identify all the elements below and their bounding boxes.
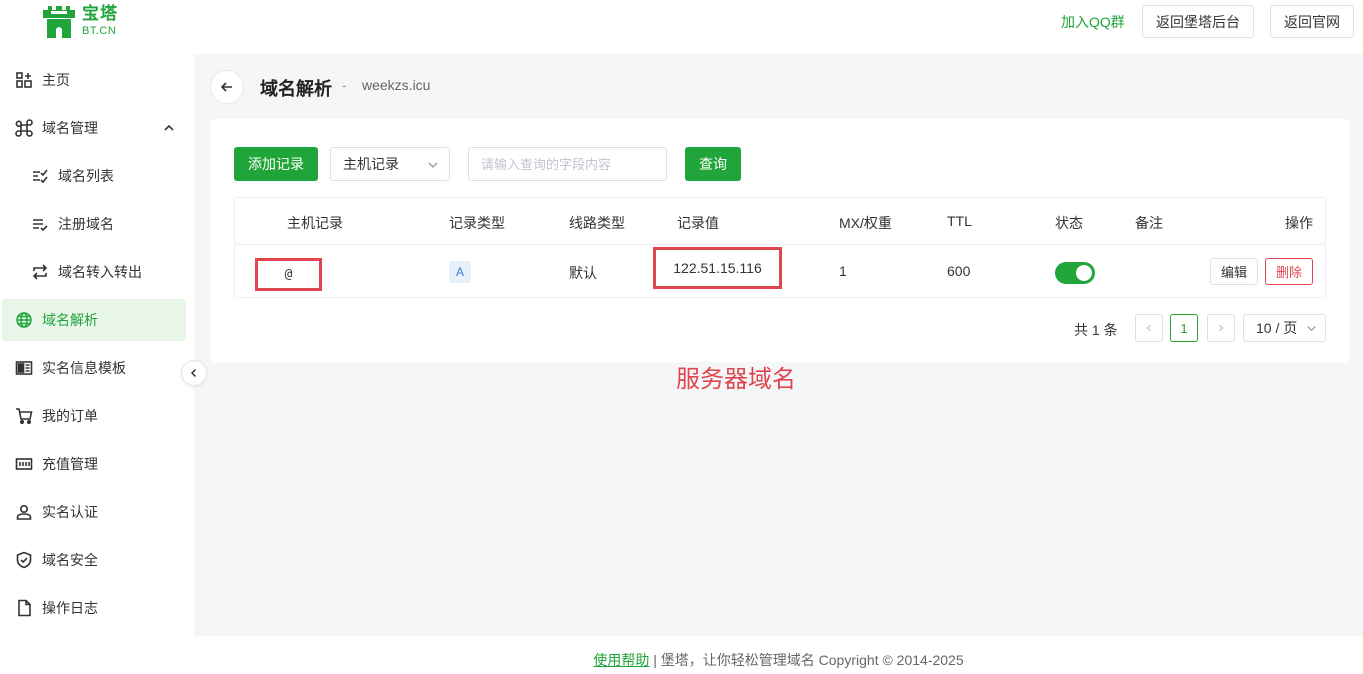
sidebar-item-label: 我的订单 (42, 408, 98, 424)
column-header-status: 状态 (1055, 215, 1083, 231)
sidebar-item-realname-template[interactable]: 实名信息模板 (2, 347, 186, 389)
page-number-button[interactable]: 1 (1170, 314, 1198, 342)
sidebar-item-my-orders[interactable]: 我的订单 (2, 395, 186, 437)
column-header-mx: MX/权重 (839, 215, 892, 231)
sidebar-item-domain-management[interactable]: 域名管理 (2, 107, 186, 149)
host-record-cell: @ (255, 258, 322, 291)
current-domain: weekzs.icu (362, 77, 431, 93)
sidebar-item-domain-transfer[interactable]: 域名转入转出 (2, 251, 186, 293)
records-table: 主机记录 记录类型 线路类型 记录值 MX/权重 TTL 状态 备注 操作 @ … (234, 197, 1326, 298)
command-icon (15, 119, 33, 137)
sidebar-item-label: 充值管理 (42, 456, 98, 472)
search-input[interactable] (468, 147, 667, 181)
add-record-button[interactable]: 添加记录 (234, 147, 318, 181)
castle-logo-icon (43, 6, 75, 38)
filter-field-select[interactable]: 主机记录 (330, 147, 450, 181)
user-icon (15, 503, 33, 521)
main-content: 域名解析 - weekzs.icu 添加记录 主机记录 查询 主机记录 记录类型… (194, 54, 1363, 636)
brand-name-cn: 宝塔 (82, 4, 118, 23)
column-header-value: 记录值 (677, 215, 719, 231)
table-header: 主机记录 记录类型 线路类型 记录值 MX/权重 TTL 状态 备注 操作 (235, 198, 1325, 245)
annotation-label: 服务器域名 (676, 366, 796, 393)
list-add-icon (31, 215, 49, 233)
wallet-icon (15, 455, 33, 473)
shield-icon (15, 551, 33, 569)
chevron-right-icon (1219, 324, 1224, 332)
column-header-host: 主机记录 (287, 215, 343, 231)
back-to-panel-button[interactable]: 返回堡塔后台 (1142, 5, 1254, 38)
toggle-knob (1076, 265, 1092, 281)
sidebar-item-recharge[interactable]: 充值管理 (2, 443, 186, 485)
sidebar-item-label: 域名安全 (42, 552, 98, 568)
sidebar-item-domain-list[interactable]: 域名列表 (2, 155, 186, 197)
sidebar-item-label: 主页 (42, 72, 70, 88)
sidebar-item-label: 域名解析 (42, 312, 98, 328)
query-button[interactable]: 查询 (685, 147, 741, 181)
chevron-left-icon (1146, 324, 1151, 332)
dns-records-card: 添加记录 主机记录 查询 主机记录 记录类型 线路类型 记录值 MX/权重 TT… (210, 119, 1350, 362)
transfer-icon (31, 263, 49, 281)
column-header-line: 线路类型 (569, 215, 625, 231)
sidebar-item-label: 域名列表 (58, 168, 114, 184)
sidebar-item-label: 操作日志 (42, 600, 98, 616)
page-size-value: 10 / 页 (1256, 320, 1298, 336)
ttl-cell: 600 (947, 263, 971, 279)
column-header-note: 备注 (1135, 215, 1163, 231)
record-type-badge: A (449, 261, 471, 283)
back-to-site-button[interactable]: 返回官网 (1270, 5, 1354, 38)
chevron-down-icon (1307, 326, 1316, 332)
top-bar: 宝塔 BT.CN 加入QQ群 返回堡塔后台 返回官网 (0, 0, 1363, 54)
chevron-down-icon (428, 162, 438, 168)
collapse-sidebar-button[interactable] (181, 360, 207, 386)
sidebar-item-operation-log[interactable]: 操作日志 (2, 587, 186, 629)
sidebar-item-home[interactable]: 主页 (2, 59, 186, 101)
title-separator: - (342, 77, 347, 93)
chevron-left-icon (190, 368, 197, 378)
column-header-type: 记录类型 (449, 215, 505, 231)
line-type-cell: 默认 (569, 265, 597, 281)
sidebar-item-register-domain[interactable]: 注册域名 (2, 203, 186, 245)
grid-icon (15, 71, 33, 89)
bt-logo[interactable]: 宝塔 BT.CN (40, 2, 118, 40)
sidebar-item-dns[interactable]: 域名解析 (2, 299, 186, 341)
sidebar-item-label: 注册域名 (58, 216, 114, 232)
mx-weight-cell: 1 (839, 263, 847, 279)
delete-button[interactable]: 删除 (1265, 258, 1313, 285)
pagination-total: 共 1 条 (1074, 322, 1118, 338)
list-check-icon (31, 167, 49, 185)
sidebar-item-domain-security[interactable]: 域名安全 (2, 539, 186, 581)
filter-field-value: 主机记录 (343, 156, 399, 172)
file-icon (15, 599, 33, 617)
footer-copyright: | 堡塔，让你轻松管理域名 Copyright © 2014-2025 (649, 652, 964, 668)
join-qq-link[interactable]: 加入QQ群 (1061, 12, 1125, 32)
cart-icon (15, 407, 33, 425)
sidebar-item-label: 域名管理 (42, 120, 98, 136)
sidebar-item-label: 实名信息模板 (42, 360, 126, 376)
column-header-ttl: TTL (947, 213, 972, 229)
sidebar: 主页 域名管理 域名列表 注册域名 域名转入转出 域名解析 实名信息模板 我的订… (0, 54, 194, 674)
id-card-icon (15, 359, 33, 377)
sidebar-item-realname-auth[interactable]: 实名认证 (2, 491, 186, 533)
record-value-cell: 122.51.15.116 (653, 247, 782, 289)
next-page-button[interactable] (1207, 314, 1235, 342)
column-header-actions: 操作 (1285, 215, 1313, 231)
back-button[interactable] (210, 70, 244, 104)
arrow-left-icon (220, 82, 232, 92)
globe-icon (15, 311, 33, 329)
footer: 使用帮助 | 堡塔，让你轻松管理域名 Copyright © 2014-2025 (194, 636, 1363, 674)
edit-button[interactable]: 编辑 (1210, 258, 1258, 285)
sidebar-item-label: 域名转入转出 (58, 264, 142, 280)
page-title: 域名解析 (260, 79, 332, 99)
sidebar-item-label: 实名认证 (42, 504, 98, 520)
chevron-up-icon[interactable] (162, 121, 176, 135)
help-link[interactable]: 使用帮助 (593, 652, 649, 668)
page-size-select[interactable]: 10 / 页 (1243, 314, 1326, 342)
brand-name-en: BT.CN (82, 25, 117, 37)
prev-page-button[interactable] (1135, 314, 1163, 342)
status-toggle[interactable] (1055, 262, 1095, 284)
